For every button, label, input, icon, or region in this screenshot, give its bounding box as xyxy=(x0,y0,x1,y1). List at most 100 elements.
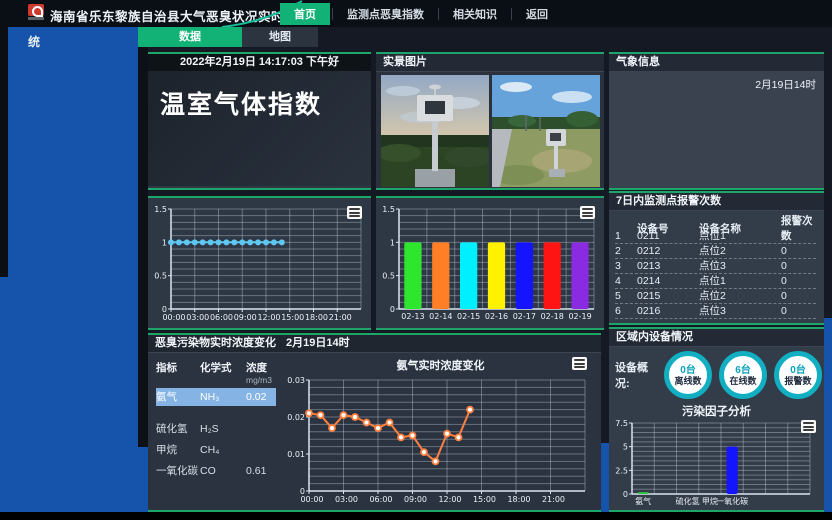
nav-menu: 首页 监测点恶臭指数 相关知识 返回 xyxy=(280,4,560,23)
datetime-banner: 2022年2月19日 14:17:03 下午好 xyxy=(148,54,371,71)
background-bottom-left xyxy=(0,447,148,512)
svg-text:02-16: 02-16 xyxy=(485,312,508,321)
svg-text:5: 5 xyxy=(623,443,628,452)
svg-text:02-14: 02-14 xyxy=(429,312,452,321)
svg-text:2.5: 2.5 xyxy=(615,466,628,475)
weather-timestamp: 2月19日14时 xyxy=(755,77,816,92)
svg-text:1.5: 1.5 xyxy=(154,205,167,214)
svg-text:1.5: 1.5 xyxy=(382,205,395,214)
table-row: 20212点位20 xyxy=(615,244,816,259)
svg-text:02-18: 02-18 xyxy=(541,312,564,321)
svg-text:氨气: 氨气 xyxy=(635,496,651,506)
device-overview-row: 设备概况: 0台 离线数 6台 在线数 0台 报警数 xyxy=(609,347,824,399)
alarm-table: 设备号 设备名称 报警次数 10211点位1020212点位2030213点位3… xyxy=(609,211,824,319)
tab-map[interactable]: 地图 xyxy=(242,27,318,47)
svg-text:18:00: 18:00 xyxy=(305,313,328,322)
svg-text:06:00: 06:00 xyxy=(210,313,233,322)
svg-text:09:00: 09:00 xyxy=(234,313,257,322)
svg-text:7.5: 7.5 xyxy=(615,419,628,428)
pollutant-row[interactable]: 一氧化碳CO0.61 xyxy=(156,462,276,480)
background-right-edge xyxy=(824,318,832,512)
table-row: 10211点位10 xyxy=(615,229,816,244)
svg-text:0.5: 0.5 xyxy=(382,272,395,281)
sidebar-title-overflow: 统 xyxy=(28,33,40,50)
nav-item-knowledge[interactable]: 相关知识 xyxy=(441,3,509,25)
alarm-table-body: 10211点位1020212点位2030213点位3040214点位105021… xyxy=(615,229,816,319)
tab-data[interactable]: 数据 xyxy=(138,27,242,47)
panel-title-row: 恶臭污染物实时浓度变化 2月19日14时 xyxy=(148,335,601,353)
svg-text:一氧化碳: 一氧化碳 xyxy=(716,496,748,506)
device-overview-label: 设备概况: xyxy=(615,359,657,391)
svg-text:0.01: 0.01 xyxy=(287,450,305,459)
bottom-black-bar xyxy=(0,512,832,520)
table-row: 30213点位30 xyxy=(615,259,816,274)
greenhouse-daily-chart: 00.511.502-1302-1402-1502-1602-1702-1802… xyxy=(376,198,604,330)
table-row: 60216点位30 xyxy=(615,304,816,319)
sidebar-edge xyxy=(0,27,8,277)
nav-item-back[interactable]: 返回 xyxy=(514,3,560,25)
svg-text:0.02: 0.02 xyxy=(287,413,305,422)
svg-text:1: 1 xyxy=(390,238,395,247)
nav-item-home[interactable]: 首页 xyxy=(280,3,330,25)
svg-text:18:00: 18:00 xyxy=(507,495,530,504)
svg-text:02-15: 02-15 xyxy=(457,312,480,321)
svg-text:0: 0 xyxy=(623,490,628,499)
nav-separator xyxy=(332,8,333,20)
svg-text:03:00: 03:00 xyxy=(186,313,209,322)
weather-body: 2月19日14时 xyxy=(609,72,824,184)
nav-item-odor-index[interactable]: 监测点恶臭指数 xyxy=(335,3,436,25)
chart-toolbox-icon[interactable] xyxy=(801,420,816,433)
svg-text:03:00: 03:00 xyxy=(335,495,358,504)
nav-separator xyxy=(438,8,439,20)
top-navbar: 海南省乐东黎族自治县大气恶臭状况实时发布系 首页 监测点恶臭指数 相关知识 返回 xyxy=(0,0,832,27)
view-tabs: 数据 地图 xyxy=(138,27,318,47)
factor-chart-title: 污染因子分析 xyxy=(609,403,824,417)
svg-text:15:00: 15:00 xyxy=(473,495,496,504)
chart-toolbox-icon[interactable] xyxy=(347,206,362,219)
app-logo-icon xyxy=(26,4,46,23)
svg-text:硫化氢: 硫化氢 xyxy=(676,496,700,506)
online-count-badge: 6台 在线数 xyxy=(719,351,767,399)
photo-strip xyxy=(376,72,604,190)
svg-text:02-13: 02-13 xyxy=(401,312,424,321)
device-status-panel: 区域内设备情况 设备概况: 0台 离线数 6台 在线数 0台 报警数 污染因子分… xyxy=(609,327,824,512)
svg-text:12:00: 12:00 xyxy=(438,495,461,504)
svg-text:15:00: 15:00 xyxy=(281,313,304,322)
chart-toolbox-icon[interactable] xyxy=(572,357,587,370)
svg-text:02-19: 02-19 xyxy=(568,312,591,321)
pollutant-row[interactable]: 硫化氢H₂S xyxy=(156,420,276,438)
nh3-realtime-chart: 00.010.020.0300:0003:0006:0009:0012:0015… xyxy=(282,375,601,511)
panel-timestamp: 2月19日14时 xyxy=(286,335,350,352)
table-row: 50215点位20 xyxy=(615,289,816,304)
col-concentration: 浓度mg/m3 xyxy=(246,360,280,385)
sidebar xyxy=(0,27,138,512)
svg-text:09:00: 09:00 xyxy=(404,495,427,504)
site-photo-day xyxy=(492,75,600,187)
svg-text:00:00: 00:00 xyxy=(300,495,323,504)
greenhouse-headline-area: 温室气体指数 xyxy=(148,71,371,186)
pollutant-row[interactable]: 甲烷CH₄ xyxy=(156,441,276,459)
svg-text:00:00: 00:00 xyxy=(162,313,185,322)
panel-title: 恶臭污染物实时浓度变化 xyxy=(155,335,276,352)
greenhouse-daily-chart-panel: 00.511.502-1302-1402-1502-1602-1702-1802… xyxy=(376,196,604,330)
panel-title: 实景图片 xyxy=(376,54,604,72)
table-row: 40214点位10 xyxy=(615,274,816,289)
site-photo-dusk xyxy=(381,75,489,187)
sidebar-content-gap xyxy=(138,27,148,447)
panel-title: 7日内监测点报警次数 xyxy=(609,193,824,211)
pollutant-table: 指标 化学式 浓度mg/m3 氨气NH₃0.02硫化氢H₂S甲烷CH₄一氧化碳C… xyxy=(148,353,280,508)
svg-text:0.5: 0.5 xyxy=(154,272,167,281)
greeting-panel: 2022年2月19日 14:17:03 下午好 温室气体指数 xyxy=(148,52,371,190)
svg-text:06:00: 06:00 xyxy=(369,495,392,504)
panel-title: 气象信息 xyxy=(609,54,824,72)
chart-toolbox-icon[interactable] xyxy=(580,206,595,219)
svg-text:0.03: 0.03 xyxy=(287,376,305,385)
col-formula: 化学式 xyxy=(200,360,246,385)
alarm-count-panel: 7日内监测点报警次数 设备号 设备名称 报警次数 10211点位1020212点… xyxy=(609,191,824,325)
pollutant-row[interactable]: 氨气NH₃0.02 xyxy=(156,388,276,406)
nav-separator xyxy=(511,8,512,20)
greenhouse-hourly-chart: 00.511.500:0003:0006:0009:0012:0015:0018… xyxy=(148,198,371,330)
site-photos-panel: 实景图片 xyxy=(376,52,604,190)
greenhouse-hourly-chart-panel: 00.511.500:0003:0006:0009:0012:0015:0018… xyxy=(148,196,371,330)
svg-text:21:00: 21:00 xyxy=(542,495,565,504)
